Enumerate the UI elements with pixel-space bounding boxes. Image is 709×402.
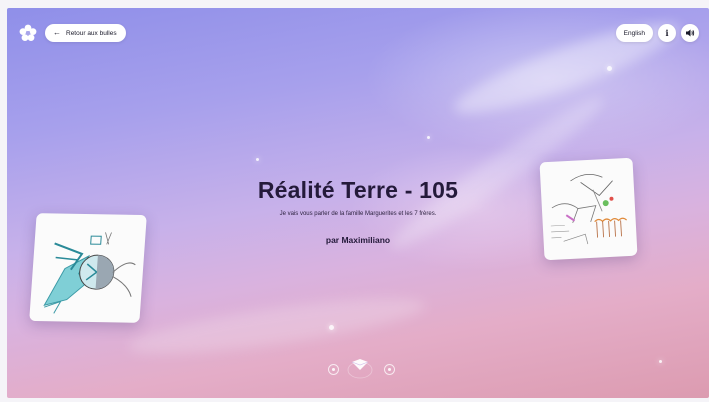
diamond-marker-icon[interactable]	[346, 356, 374, 380]
circle-dot-prev-icon[interactable]	[328, 364, 339, 375]
flower-logo-icon[interactable]	[19, 24, 37, 42]
arrow-left-icon: ←	[53, 28, 61, 37]
sparkle	[427, 136, 430, 139]
sparkle	[329, 325, 334, 330]
drawing-illustration	[43, 232, 136, 314]
language-label: English	[623, 29, 645, 37]
dot-inner	[388, 368, 391, 371]
dot-inner	[332, 368, 335, 371]
light-streak	[125, 287, 429, 365]
story-stage: ← Retour aux bulles English i Réalité Te…	[7, 8, 709, 398]
back-button-label: Retour aux bulles	[66, 29, 117, 37]
sparkle	[256, 158, 259, 161]
sparkle	[607, 66, 612, 71]
info-button[interactable]: i	[658, 24, 676, 42]
speaker-icon	[686, 29, 695, 37]
story-title: Réalité Terre - 105	[257, 177, 459, 203]
story-description: Je vais vous parler de la famille Margue…	[279, 211, 437, 217]
sound-button[interactable]	[681, 24, 699, 42]
back-to-bubbles-button[interactable]: ← Retour aux bulles	[45, 24, 126, 42]
circle-dot-next-icon[interactable]	[384, 364, 395, 375]
drawing-card-left[interactable]	[29, 213, 147, 323]
sparkle	[659, 360, 662, 363]
info-icon: i	[665, 28, 669, 38]
story-author: par Maximiliano	[325, 235, 391, 245]
language-button[interactable]: English	[615, 24, 653, 42]
